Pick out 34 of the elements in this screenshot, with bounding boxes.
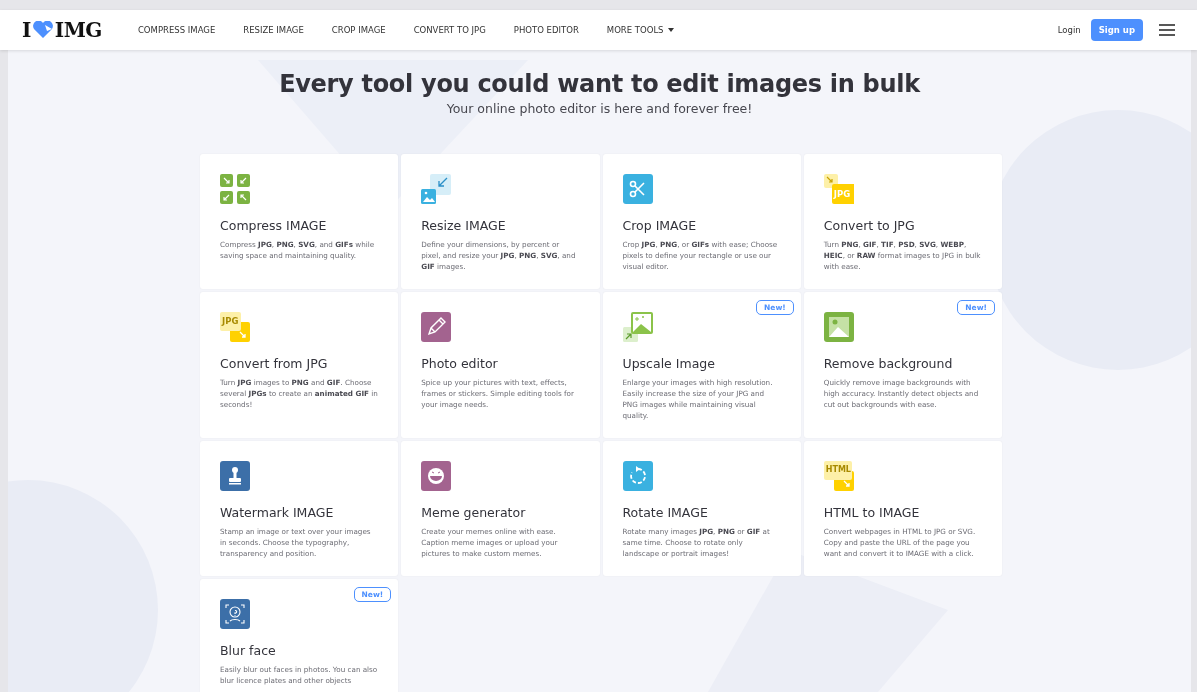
tool-title: Rotate IMAGE bbox=[622, 505, 709, 520]
nav-link[interactable]: MORE TOOLS bbox=[592, 25, 688, 35]
stamp-icon bbox=[220, 461, 250, 491]
nav-link[interactable]: CONVERT TO JPG bbox=[399, 25, 500, 35]
nav-link[interactable]: COMPRESS IMAGE bbox=[123, 25, 230, 35]
tool-title: Convert from JPG bbox=[220, 356, 329, 371]
upscale-icon bbox=[622, 312, 653, 342]
pencil-icon bbox=[421, 312, 452, 342]
scissors-icon bbox=[622, 174, 653, 204]
tool-title: Compress IMAGE bbox=[220, 218, 328, 233]
resize-icon bbox=[421, 174, 452, 204]
tool-title: Photo editor bbox=[421, 356, 499, 371]
nav-link[interactable]: PHOTO EDITOR bbox=[499, 25, 593, 35]
nav-link[interactable]: CROP IMAGE bbox=[317, 25, 400, 35]
tool-title: Remove background bbox=[823, 356, 954, 371]
tool-title: Resize IMAGE bbox=[421, 218, 507, 233]
face-scan-icon bbox=[220, 599, 250, 629]
tool-title: Meme generator bbox=[421, 505, 527, 520]
image-icon bbox=[823, 312, 854, 342]
page-subheading: Your online photo editor is here and forever free! bbox=[446, 101, 753, 116]
page-heading: Every tool you could want to edit images in bulk bbox=[279, 70, 920, 98]
nav-link[interactable]: RESIZE IMAGE bbox=[229, 25, 318, 35]
tool-title: Blur face bbox=[220, 643, 277, 658]
arrows-icon bbox=[220, 174, 250, 204]
rotate-icon bbox=[622, 461, 653, 491]
tool-title: Upscale Image bbox=[622, 356, 716, 371]
laughing-face-icon bbox=[421, 461, 452, 491]
tool-title: HTML to IMAGE bbox=[823, 505, 921, 520]
tool-title: Watermark IMAGE bbox=[220, 505, 335, 520]
tool-title: Convert to JPG bbox=[823, 218, 916, 233]
menu-icon[interactable] bbox=[1159, 24, 1175, 36]
login-link[interactable]: Login bbox=[1057, 25, 1081, 35]
logo[interactable]: I IMG bbox=[22, 18, 102, 42]
tool-title: Crop IMAGE bbox=[622, 218, 698, 233]
